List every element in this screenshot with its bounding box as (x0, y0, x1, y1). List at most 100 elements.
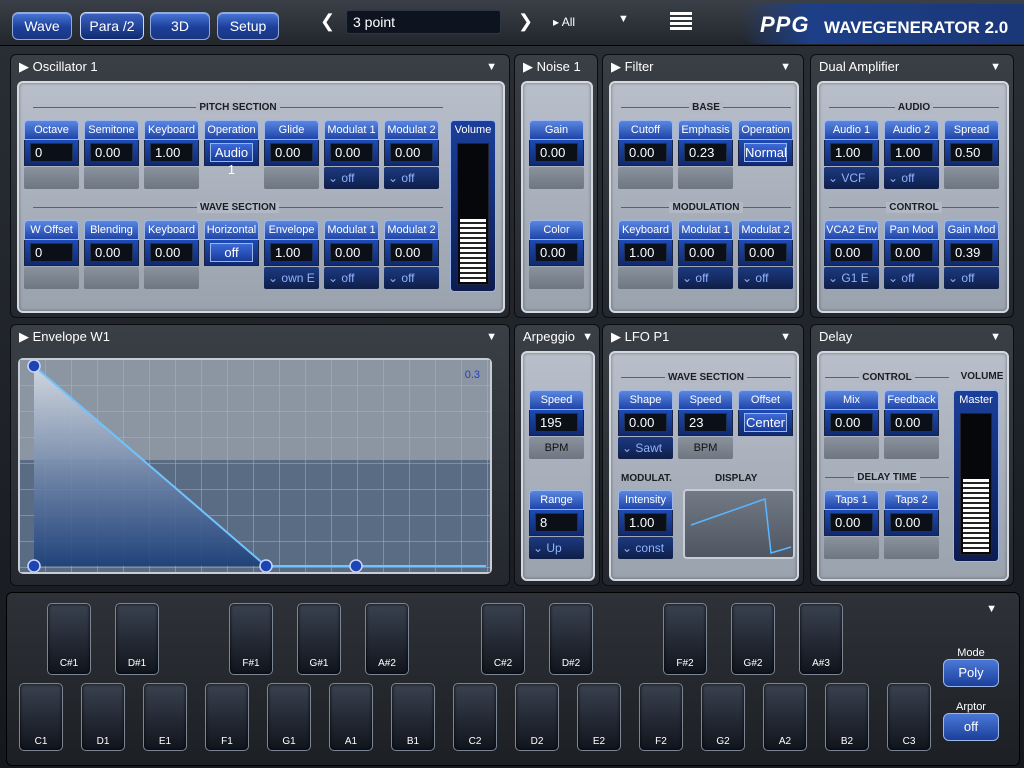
master-track[interactable] (960, 413, 992, 555)
filter-modulat1-control[interactable]: Modulat 1 0.00 ⌄ off (678, 220, 733, 290)
tab-setup[interactable]: Setup (217, 12, 279, 40)
delay-mix-value[interactable]: 0.00 (830, 413, 873, 432)
arp-direction[interactable]: ⌄ Up (529, 537, 584, 559)
white-key[interactable]: F2 (639, 683, 683, 751)
filter-modulat2-source[interactable]: ⌄ off (738, 267, 793, 289)
delay-title[interactable]: Delay (819, 329, 852, 344)
vca2-env-control[interactable]: VCA2 Env 0.00 ⌄ G1 E (824, 220, 879, 290)
menu-icon[interactable] (670, 12, 692, 32)
vca2-env-value[interactable]: 0.00 (830, 243, 873, 262)
envelope-editor[interactable]: 0.3 (18, 358, 492, 574)
gain-mod-source[interactable]: ⌄ off (944, 267, 999, 289)
envelope-dropdown-icon[interactable]: ▼ (486, 331, 497, 343)
arp-speed-control[interactable]: Speed 195 BPM (529, 390, 584, 460)
operation-button[interactable]: Audio 1 (210, 143, 253, 177)
audio2-control[interactable]: Audio 2 1.00 ⌄ off (884, 120, 939, 190)
envelope-title[interactable]: ▶ Envelope W1 (19, 329, 110, 345)
lfo-intensity-mode[interactable]: ⌄ const (618, 537, 673, 559)
semitone-value[interactable]: 0.00 (90, 143, 133, 162)
filter-modulat1-value[interactable]: 0.00 (684, 243, 727, 262)
black-key[interactable]: D#1 (115, 603, 159, 675)
lfo-shape-type[interactable]: ⌄ Sawt (618, 437, 673, 459)
wave-modulat2-source[interactable]: ⌄ off (384, 267, 439, 289)
arpeggio-dropdown-icon[interactable]: ▼ (582, 331, 593, 343)
volume-track[interactable] (457, 143, 489, 285)
audio2-value[interactable]: 1.00 (890, 143, 933, 162)
delay-feedback-control[interactable]: Feedback 0.00 (884, 390, 939, 460)
white-key[interactable]: B2 (825, 683, 869, 751)
white-key[interactable]: D2 (515, 683, 559, 751)
lfo-shape-control[interactable]: Shape 0.00 ⌄ Sawt (618, 390, 673, 460)
next-preset-icon[interactable]: ❯ (518, 11, 533, 32)
audio1-value[interactable]: 1.00 (830, 143, 873, 162)
mode-button[interactable]: Poly (943, 659, 999, 687)
white-key[interactable]: G1 (267, 683, 311, 751)
filter-dropdown-icon[interactable]: ▼ (780, 61, 791, 73)
envelope-graph[interactable]: 0.3 (20, 360, 490, 572)
black-key[interactable]: G#1 (297, 603, 341, 675)
spread-value[interactable]: 0.50 (950, 143, 993, 162)
black-key[interactable]: F#1 (229, 603, 273, 675)
pitch-modulat2-value[interactable]: 0.00 (390, 143, 433, 162)
arp-range-value[interactable]: 8 (535, 513, 578, 532)
wave-modulat1-value[interactable]: 0.00 (330, 243, 373, 262)
horizontal-control[interactable]: Horizontal off (204, 220, 259, 290)
lfo-title[interactable]: ▶ LFO P1 (611, 329, 669, 345)
audio1-source[interactable]: ⌄ VCF (824, 167, 879, 189)
spread-control[interactable]: Spread 0.50 (944, 120, 999, 190)
prev-preset-icon[interactable]: ❮ (320, 11, 335, 32)
color-control[interactable]: Color 0.00 (529, 220, 584, 290)
gain-mod-value[interactable]: 0.39 (950, 243, 993, 262)
wave-modulat2-value[interactable]: 0.00 (390, 243, 433, 262)
cutoff-control[interactable]: Cutoff 0.00 (618, 120, 673, 190)
lfo-dropdown-icon[interactable]: ▼ (780, 331, 791, 343)
amplifier-title[interactable]: Dual Amplifier (819, 59, 899, 74)
audio1-control[interactable]: Audio 1 1.00 ⌄ VCF (824, 120, 879, 190)
black-key[interactable]: A#3 (799, 603, 843, 675)
oscillator-volume-fader[interactable]: Volume (450, 120, 496, 292)
glide-value[interactable]: 0.00 (270, 143, 313, 162)
audio2-source[interactable]: ⌄ off (884, 167, 939, 189)
emphasis-control[interactable]: Emphasis 0.23 (678, 120, 733, 190)
color-value[interactable]: 0.00 (535, 243, 578, 262)
gain-value[interactable]: 0.00 (535, 143, 578, 162)
white-key[interactable]: C2 (453, 683, 497, 751)
pitch-modulat2-source[interactable]: ⌄ off (384, 167, 439, 189)
blending-control[interactable]: Blending 0.00 (84, 220, 139, 290)
arp-speed-value[interactable]: 195 (535, 413, 578, 432)
envelope-amount-value[interactable]: 1.00 (270, 243, 313, 262)
pan-mod-control[interactable]: Pan Mod 0.00 ⌄ off (884, 220, 939, 290)
oscillator-dropdown-icon[interactable]: ▼ (486, 61, 497, 73)
arptor-button[interactable]: off (943, 713, 999, 741)
white-key[interactable]: B1 (391, 683, 435, 751)
w-offset-value[interactable]: 0 (30, 243, 73, 262)
envelope-amount-control[interactable]: Envelope 1.00 ⌄ own E (264, 220, 319, 290)
delay-dropdown-icon[interactable]: ▼ (990, 331, 1001, 343)
emphasis-value[interactable]: 0.23 (684, 143, 727, 162)
keyboard-dropdown-icon[interactable]: ▼ (986, 603, 997, 615)
filter-title[interactable]: ▶ Filter (611, 59, 654, 75)
delay-mix-control[interactable]: Mix 0.00 (824, 390, 879, 460)
wave-keyboard-value[interactable]: 0.00 (150, 243, 193, 262)
filter-operation-control[interactable]: Operation Normal (738, 120, 793, 190)
preset-name[interactable]: 3 point (346, 10, 501, 34)
filter-modulat1-source[interactable]: ⌄ off (678, 267, 733, 289)
glide-control[interactable]: Glide 0.00 (264, 120, 319, 190)
wave-keyboard-control[interactable]: Keyboard 0.00 (144, 220, 199, 290)
tab-wave[interactable]: Wave (12, 12, 72, 40)
pitch-keyboard-value[interactable]: 1.00 (150, 143, 193, 162)
pitch-modulat1-value[interactable]: 0.00 (330, 143, 373, 162)
tab-3d[interactable]: 3D (150, 12, 210, 40)
gain-mod-control[interactable]: Gain Mod 0.39 ⌄ off (944, 220, 999, 290)
lfo-speed-control[interactable]: Speed 23 BPM (678, 390, 733, 460)
pitch-modulat1-source[interactable]: ⌄ off (324, 167, 379, 189)
pitch-modulat1-control[interactable]: Modulat 1 0.00 ⌄ off (324, 120, 379, 190)
cutoff-value[interactable]: 0.00 (624, 143, 667, 162)
octave-control[interactable]: Octave 0 (24, 120, 79, 190)
white-key[interactable]: D1 (81, 683, 125, 751)
lfo-shape-value[interactable]: 0.00 (624, 413, 667, 432)
filter-dropdown-icon[interactable]: ▼ (618, 13, 629, 25)
delay-taps1-control[interactable]: Taps 1 0.00 (824, 490, 879, 560)
filter-operation-button[interactable]: Normal (744, 143, 787, 162)
white-key[interactable]: E2 (577, 683, 621, 751)
